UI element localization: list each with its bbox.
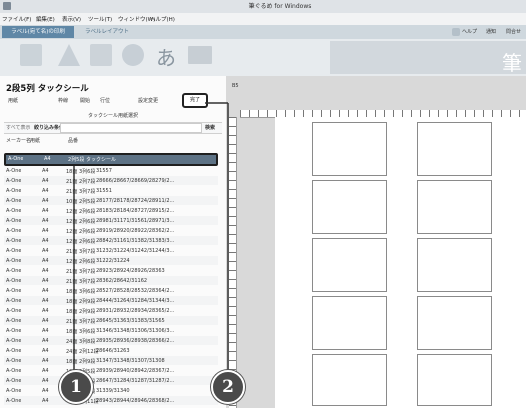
callout-lines [73, 102, 229, 372]
callout-2-number: 2 [222, 377, 234, 397]
callout-1-number: 1 [70, 377, 82, 397]
callout-badge-1: 1 [59, 370, 93, 404]
callout-badge-2: 2 [211, 370, 245, 404]
